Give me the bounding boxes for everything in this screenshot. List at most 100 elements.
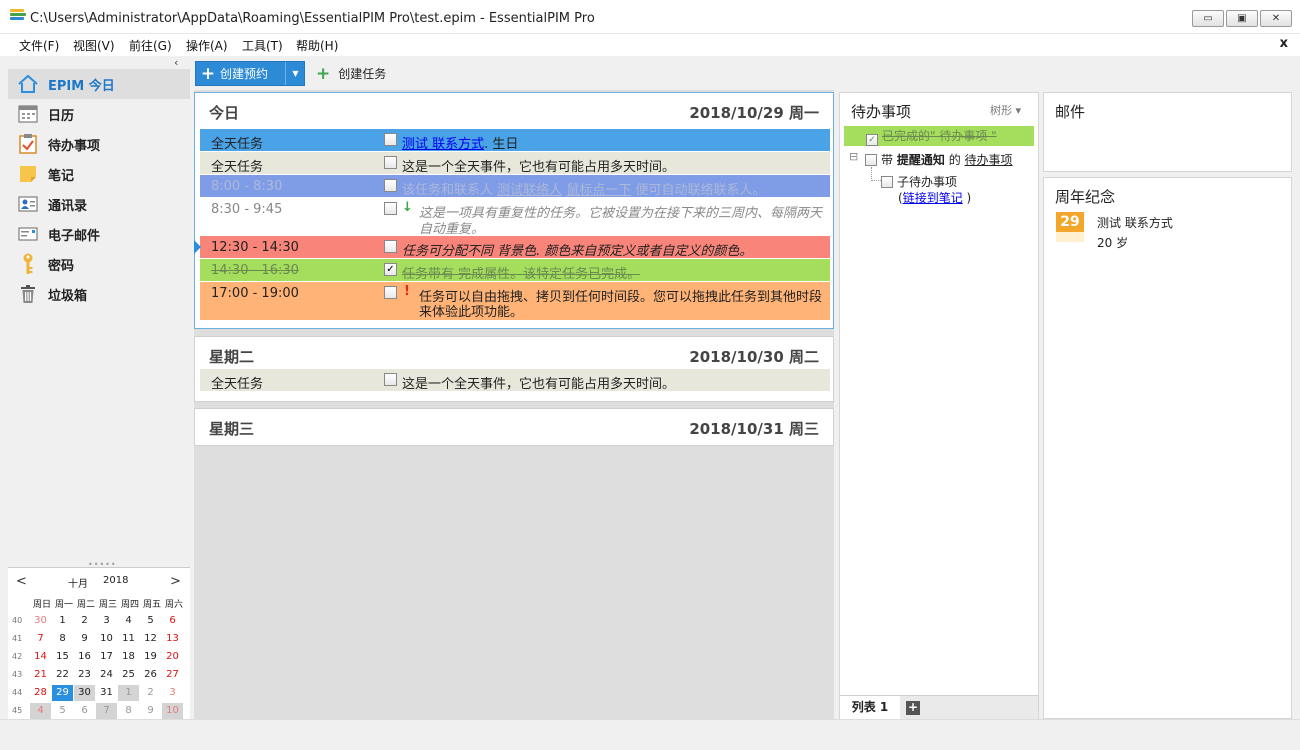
add-list-button[interactable]: +: [906, 701, 920, 715]
menu-help[interactable]: 帮助(H): [296, 37, 338, 54]
todo-checkbox[interactable]: ✓: [866, 134, 878, 146]
calendar-day[interactable]: 24: [96, 667, 117, 683]
event-checkbox[interactable]: [384, 286, 397, 299]
calendar-day[interactable]: 17: [96, 649, 117, 665]
event-checkbox[interactable]: [384, 156, 397, 169]
anniversary-contact[interactable]: 测试 联系方式: [1097, 214, 1173, 231]
calendar-day[interactable]: 6: [74, 703, 95, 719]
calendar-day[interactable]: 20: [162, 649, 183, 665]
plus-icon: +: [200, 63, 216, 84]
calendar-day[interactable]: 7: [96, 703, 117, 719]
tab-list-1[interactable]: 列表 1: [840, 696, 900, 719]
calendar-day[interactable]: 3: [162, 685, 183, 701]
calendar-day[interactable]: 2: [140, 685, 161, 701]
calendar-day[interactable]: 10: [162, 703, 183, 719]
calendar-day[interactable]: 10: [96, 631, 117, 647]
calendar-year-label[interactable]: 2018: [103, 575, 128, 586]
calendar-day[interactable]: 9: [140, 703, 161, 719]
todo-link[interactable]: 待办事项: [965, 153, 1013, 167]
event-checkbox[interactable]: [384, 202, 397, 215]
todo-view-mode-dropdown[interactable]: 树形 ▾: [990, 102, 1021, 118]
sidebar-item-notes[interactable]: 笔记: [8, 159, 190, 189]
calendar-day[interactable]: 29: [52, 685, 73, 701]
calendar-day[interactable]: 14: [30, 649, 51, 665]
calendar-day[interactable]: 12: [140, 631, 161, 647]
sidebar-item-contacts[interactable]: 通讯录: [8, 189, 190, 219]
create-appointment-button[interactable]: + 创建预约 ▼: [195, 61, 305, 86]
event-row[interactable]: 全天任务 测试 联系方式. 生日: [200, 129, 830, 152]
calendar-day[interactable]: 6: [162, 613, 183, 629]
chevron-down-icon[interactable]: ▼: [285, 62, 305, 85]
contact-link[interactable]: 测试联络人: [497, 183, 562, 198]
todo-checkbox[interactable]: [881, 176, 893, 188]
sidebar-item-calendar[interactable]: 日历: [8, 99, 190, 129]
calendar-day[interactable]: 5: [140, 613, 161, 629]
todo-item[interactable]: 带 提醒通知 的 待办事项: [865, 151, 1013, 168]
calendar-day[interactable]: 23: [74, 667, 95, 683]
event-row[interactable]: 8:00 - 8:30 该任务和联系人 测试联络人 鼠标点一下 便可自动联络联系…: [200, 175, 830, 198]
calendar-day[interactable]: 18: [118, 649, 139, 665]
todo-item[interactable]: 子待办事项: [881, 173, 957, 190]
maximize-button[interactable]: ▣: [1226, 10, 1258, 27]
sidebar-item-trash[interactable]: 垃圾箱: [8, 279, 190, 309]
sidebar-item-epim-today[interactable]: EPIM 今日: [8, 69, 190, 99]
collapse-sidebar-icon[interactable]: ‹: [174, 56, 178, 69]
calendar-next-month-button[interactable]: >: [170, 574, 181, 589]
event-row[interactable]: 12:30 - 14:30 任务可分配不同 背景色. 颜色来自预定义或者自定义的…: [200, 236, 830, 259]
sidebar-item-passwords[interactable]: 密码: [8, 249, 190, 279]
calendar-day[interactable]: 4: [30, 703, 51, 719]
menu-view[interactable]: 视图(V): [73, 37, 115, 54]
calendar-day[interactable]: 8: [52, 631, 73, 647]
event-checkbox[interactable]: [384, 240, 397, 253]
event-row[interactable]: 全天任务 这是一个全天事件，它也有可能占用多天时间。: [200, 369, 830, 392]
calendar-day[interactable]: 30: [30, 613, 51, 629]
calendar-day[interactable]: 8: [118, 703, 139, 719]
menu-action[interactable]: 操作(A): [186, 37, 228, 54]
minimize-button[interactable]: ▭: [1192, 10, 1224, 27]
calendar-day[interactable]: 1: [118, 685, 139, 701]
calendar-month-label[interactable]: 十月: [68, 575, 88, 590]
calendar-day[interactable]: 22: [52, 667, 73, 683]
create-task-button[interactable]: + 创建任务: [316, 65, 386, 82]
close-document-button[interactable]: x: [1280, 36, 1288, 51]
calendar-day[interactable]: 30: [74, 685, 95, 701]
link-to-note[interactable]: 链接到笔记: [903, 191, 963, 205]
sidebar-item-email[interactable]: 电子邮件: [8, 219, 190, 249]
tree-collapse-icon[interactable]: ⊟: [849, 150, 858, 163]
menu-file[interactable]: 文件(F): [19, 37, 59, 54]
event-row[interactable]: 全天任务 这是一个全天事件，它也有可能占用多天时间。: [200, 152, 830, 175]
click-link[interactable]: 鼠标点一下: [566, 183, 631, 198]
calendar-day[interactable]: 5: [52, 703, 73, 719]
menu-go[interactable]: 前往(G): [129, 37, 172, 54]
calendar-day[interactable]: 11: [118, 631, 139, 647]
todo-item[interactable]: ✓ 已完成的" 待办事项 ": [844, 126, 1034, 146]
event-checkbox[interactable]: [384, 179, 397, 192]
calendar-day[interactable]: 4: [118, 613, 139, 629]
event-checkbox[interactable]: ✓: [384, 263, 397, 276]
calendar-day[interactable]: 2: [74, 613, 95, 629]
calendar-day[interactable]: 27: [162, 667, 183, 683]
sidebar-item-todo[interactable]: 待办事项: [8, 129, 190, 159]
calendar-day[interactable]: 25: [118, 667, 139, 683]
menu-tools[interactable]: 工具(T): [242, 37, 283, 54]
calendar-day[interactable]: 3: [96, 613, 117, 629]
contact-link[interactable]: 测试 联系方式: [402, 137, 484, 152]
calendar-day[interactable]: 7: [30, 631, 51, 647]
event-row[interactable]: 17:00 - 19:00 ! 任务可以自由拖拽、拷贝到任何时间段。您可以拖拽此…: [200, 282, 830, 320]
calendar-day[interactable]: 15: [52, 649, 73, 665]
calendar-day[interactable]: 19: [140, 649, 161, 665]
calendar-day[interactable]: 1: [52, 613, 73, 629]
event-row[interactable]: 14:30 - 16:30 ✓ 任务带有 完成属性。该特定任务已完成。: [200, 259, 830, 282]
calendar-day[interactable]: 16: [74, 649, 95, 665]
calendar-day[interactable]: 28: [30, 685, 51, 701]
todo-checkbox[interactable]: [865, 154, 877, 166]
close-window-button[interactable]: ✕: [1260, 10, 1292, 27]
event-checkbox[interactable]: [384, 373, 397, 386]
calendar-day[interactable]: 21: [30, 667, 51, 683]
calendar-day[interactable]: 31: [96, 685, 117, 701]
calendar-day[interactable]: 26: [140, 667, 161, 683]
calendar-prev-month-button[interactable]: <: [16, 574, 27, 589]
calendar-day[interactable]: 13: [162, 631, 183, 647]
event-checkbox[interactable]: [384, 133, 397, 146]
calendar-day[interactable]: 9: [74, 631, 95, 647]
